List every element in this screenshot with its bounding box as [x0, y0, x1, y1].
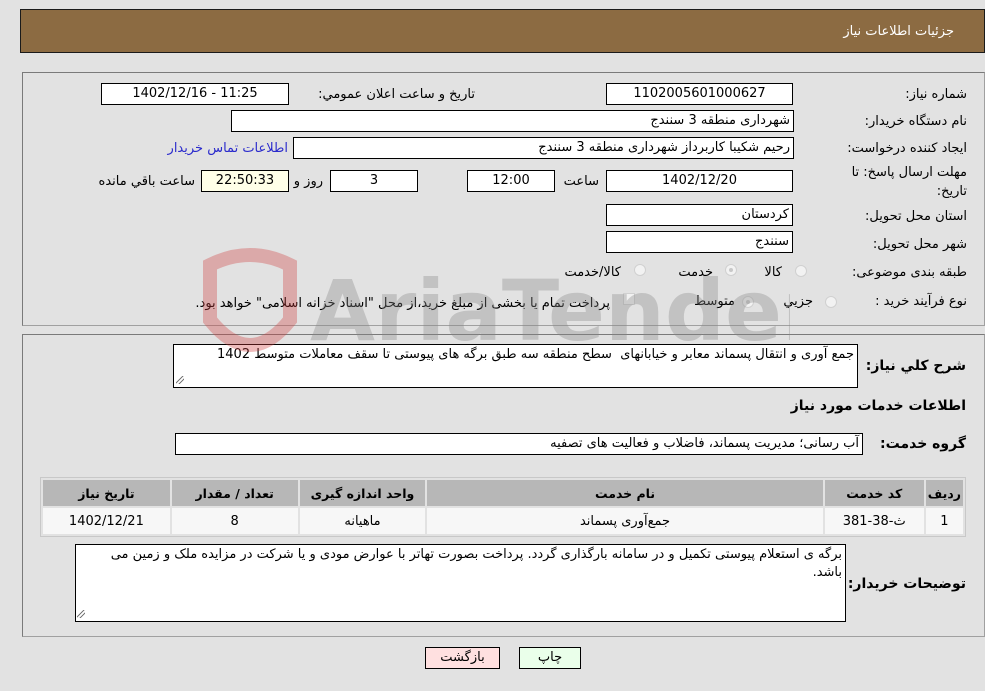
province-label: استان محل تحويل: [865, 209, 967, 224]
category-radio-goods-service[interactable] [634, 264, 646, 276]
creator-field: رحیم شکیبا کاربرداز شهرداری منطقه 3 سنند… [293, 137, 794, 159]
service-group-field: آب رسانی؛ مدیریت پسماند، فاضلاب و فعالیت… [175, 433, 863, 455]
category-option-goods: کالا [764, 265, 782, 280]
deadline-time-field: 12:00 [467, 170, 555, 192]
column-header-service-code: کد خدمت [824, 480, 924, 506]
table-header-row: رديف کد خدمت نام خدمت واحد اندازه گيری ت… [43, 480, 963, 506]
cell-service-name: جمع‌آوری پسماند [427, 508, 823, 534]
buyer-org-label: نام دستگاه خريدار: [864, 114, 967, 129]
need-number-field: 1102005601000627 [606, 83, 793, 105]
deadline-date-field: 1402/12/20 [606, 170, 793, 192]
process-radio-minor[interactable] [825, 296, 837, 308]
creator-label: ايجاد کننده درخواست: [847, 141, 967, 156]
services-table: رديف کد خدمت نام خدمت واحد اندازه گيری ت… [40, 477, 966, 537]
table-row: 1 ث-38-381 جمع‌آوری پسماند ماهیانه 8 140… [43, 508, 963, 534]
city-label: شهر محل تحويل: [872, 237, 967, 252]
resize-grip-icon[interactable] [176, 376, 184, 384]
page-header: جزئیات اطلاعات نیاز [20, 9, 985, 53]
category-option-service: خدمت [678, 265, 713, 280]
treasury-checkbox[interactable] [623, 293, 635, 305]
deadline-label: مهلت ارسال پاسخ: تا [851, 165, 967, 180]
category-radio-service[interactable] [725, 264, 737, 276]
buyer-org-field: شهرداری منطقه 3 سنندج [231, 110, 794, 132]
cell-quantity: 8 [171, 508, 298, 534]
remaining-label: ساعت باقي مانده [98, 174, 195, 189]
announce-datetime-field: 1402/12/16 - 11:25 [101, 83, 289, 105]
description-textarea[interactable]: جمع آوری و انتقال پسماند معابر و خیابانه… [173, 344, 858, 388]
services-section-title: اطلاعات خدمات مورد نياز [790, 398, 966, 414]
page-title: جزئیات اطلاعات نیاز [843, 24, 954, 39]
cell-unit: ماهیانه [299, 508, 426, 534]
province-field: کردستان [606, 204, 793, 226]
column-header-row-number: رديف [925, 480, 963, 506]
service-group-label: گروه خدمت: [880, 436, 966, 452]
treasury-text: پرداخت تمام يا بخشی از مبلغ خريد،از محل … [195, 296, 610, 311]
process-option-medium: متوسط [694, 294, 735, 309]
cell-need-date: 1402/12/21 [43, 508, 170, 534]
back-button[interactable]: بازگشت [425, 647, 500, 669]
category-label: طبقه بندی موضوعی: [851, 265, 967, 280]
days-remaining-field: 3 [330, 170, 418, 192]
column-header-service-name: نام خدمت [427, 480, 823, 506]
deadline-label-2: تاريخ: [936, 184, 967, 199]
column-header-need-date: تاريخ نياز [43, 480, 170, 506]
buyer-notes-textarea[interactable]: برگه ی استعلام پیوستی تکمیل و در سامانه … [75, 544, 846, 622]
process-radio-medium[interactable] [742, 296, 754, 308]
days-label: روز و [293, 174, 323, 189]
print-button[interactable]: چاپ [519, 647, 581, 669]
process-label: نوع فرآیند خرید : [875, 294, 967, 309]
column-header-unit: واحد اندازه گيری [299, 480, 426, 506]
announce-label: تاریخ و ساعت اعلان عمومي: [318, 87, 475, 102]
deadline-time-label: ساعت [563, 174, 599, 189]
cell-service-code: ث-38-381 [824, 508, 924, 534]
category-radio-goods[interactable] [795, 265, 807, 277]
city-field: سنندج [606, 231, 793, 253]
resize-grip-icon[interactable] [77, 610, 85, 618]
category-option-goods-service: کالا/خدمت [564, 265, 621, 280]
cell-row-number: 1 [925, 508, 963, 534]
remaining-time-field: 22:50:33 [201, 170, 289, 192]
column-header-quantity: تعداد / مقدار [171, 480, 298, 506]
process-option-minor: جزيي [783, 294, 813, 309]
description-label: شرح کلي نياز: [865, 358, 966, 374]
buyer-notes-label: توضيحات خريدار: [847, 576, 966, 592]
buyer-contact-link[interactable]: اطلاعات تماس خريدار [168, 141, 288, 156]
need-number-label: شماره نیاز: [905, 87, 967, 102]
